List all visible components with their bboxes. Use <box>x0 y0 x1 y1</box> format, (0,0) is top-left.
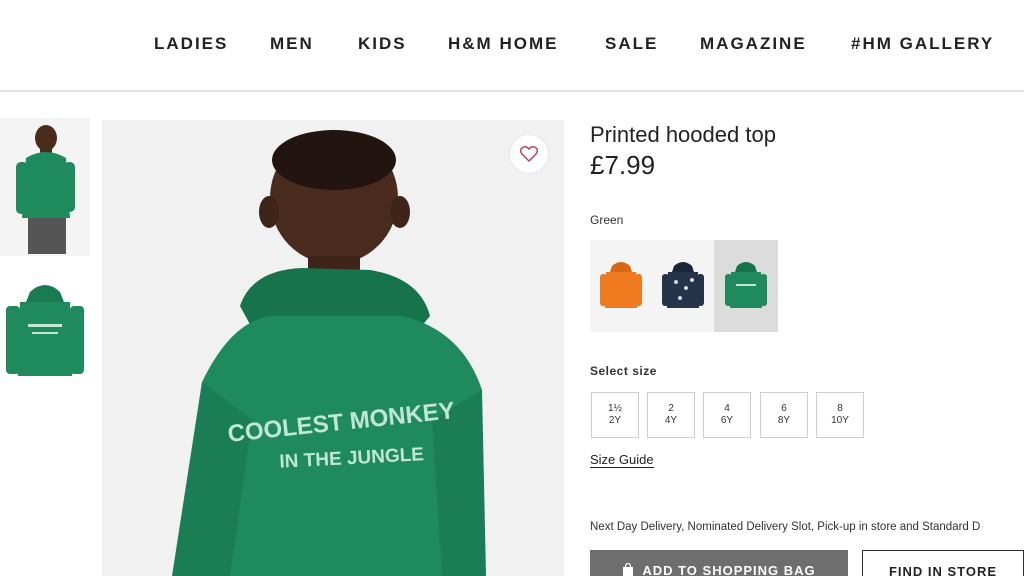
nav-item-kids[interactable]: KIDS <box>358 34 407 54</box>
thumbnail-model[interactable] <box>0 118 90 256</box>
nav-item-sale[interactable]: SALE <box>605 34 658 54</box>
size-age-bottom: 4Y <box>664 415 678 426</box>
navy-patterned-hoodie-icon <box>662 262 704 308</box>
add-to-bag-label: ADD TO SHOPPING BAG <box>642 563 816 576</box>
size-guide-link[interactable]: Size Guide <box>590 452 654 468</box>
green-hoodie-icon <box>725 262 767 308</box>
size-age-bottom: 2Y <box>608 415 622 426</box>
product-title: Printed hooded top <box>590 122 776 147</box>
delivery-info: Next Day Delivery, Nominated Delivery Sl… <box>590 521 981 533</box>
size-age-top: 2 <box>668 403 674 414</box>
color-swatches <box>590 240 778 332</box>
shopping-bag-icon <box>623 563 634 576</box>
size-option-4y[interactable]: 2 4Y <box>647 392 695 438</box>
select-size-label: Select size <box>590 364 657 378</box>
size-age-top: 8 <box>837 403 843 414</box>
product-price: £7.99 <box>590 150 656 180</box>
hoodie-thumbnail-image <box>6 285 84 376</box>
swatch-navy[interactable] <box>652 240 714 332</box>
size-age-top: 4 <box>724 403 730 414</box>
size-age-top: 6 <box>781 403 787 414</box>
nav-item-men[interactable]: MEN <box>270 34 314 54</box>
heart-icon <box>520 146 538 162</box>
favourite-button[interactable] <box>509 134 549 174</box>
selected-color-label: Green <box>590 213 624 227</box>
thumbnail-hoodie[interactable] <box>0 272 90 384</box>
swatch-orange[interactable] <box>590 240 652 332</box>
nav-item-magazine[interactable]: MAGAZINE <box>700 34 807 54</box>
orange-hoodie-icon <box>600 262 642 308</box>
add-to-bag-button[interactable]: ADD TO SHOPPING BAG <box>590 550 848 576</box>
find-in-store-button[interactable]: FIND IN STORE <box>862 550 1024 576</box>
top-navigation-bar: LADIES MEN KIDS H&M HOME SALE MAGAZINE #… <box>0 0 1024 92</box>
nav-item-hm-gallery[interactable]: #HM GALLERY <box>851 34 994 54</box>
size-option-10y[interactable]: 8 10Y <box>816 392 864 438</box>
model-thumbnail-image <box>0 118 90 256</box>
main-product-image: COOLEST MONKEY IN THE JUNGLE <box>102 120 564 576</box>
size-option-6y[interactable]: 4 6Y <box>703 392 751 438</box>
size-age-bottom: 8Y <box>777 415 791 426</box>
size-option-2y[interactable]: 1½ 2Y <box>591 392 639 438</box>
size-age-bottom: 6Y <box>720 415 734 426</box>
main-nav: LADIES MEN KIDS H&M HOME SALE MAGAZINE #… <box>0 34 1024 54</box>
size-age-bottom: 10Y <box>831 415 849 426</box>
model-wearing-hoodie-image: COOLEST MONKEY IN THE JUNGLE <box>102 120 564 576</box>
size-age-top: 1½ <box>608 403 622 414</box>
nav-item-ladies[interactable]: LADIES <box>154 34 228 54</box>
swatch-green[interactable] <box>714 240 778 332</box>
nav-item-hm-home[interactable]: H&M HOME <box>448 34 558 54</box>
size-option-8y[interactable]: 6 8Y <box>760 392 808 438</box>
